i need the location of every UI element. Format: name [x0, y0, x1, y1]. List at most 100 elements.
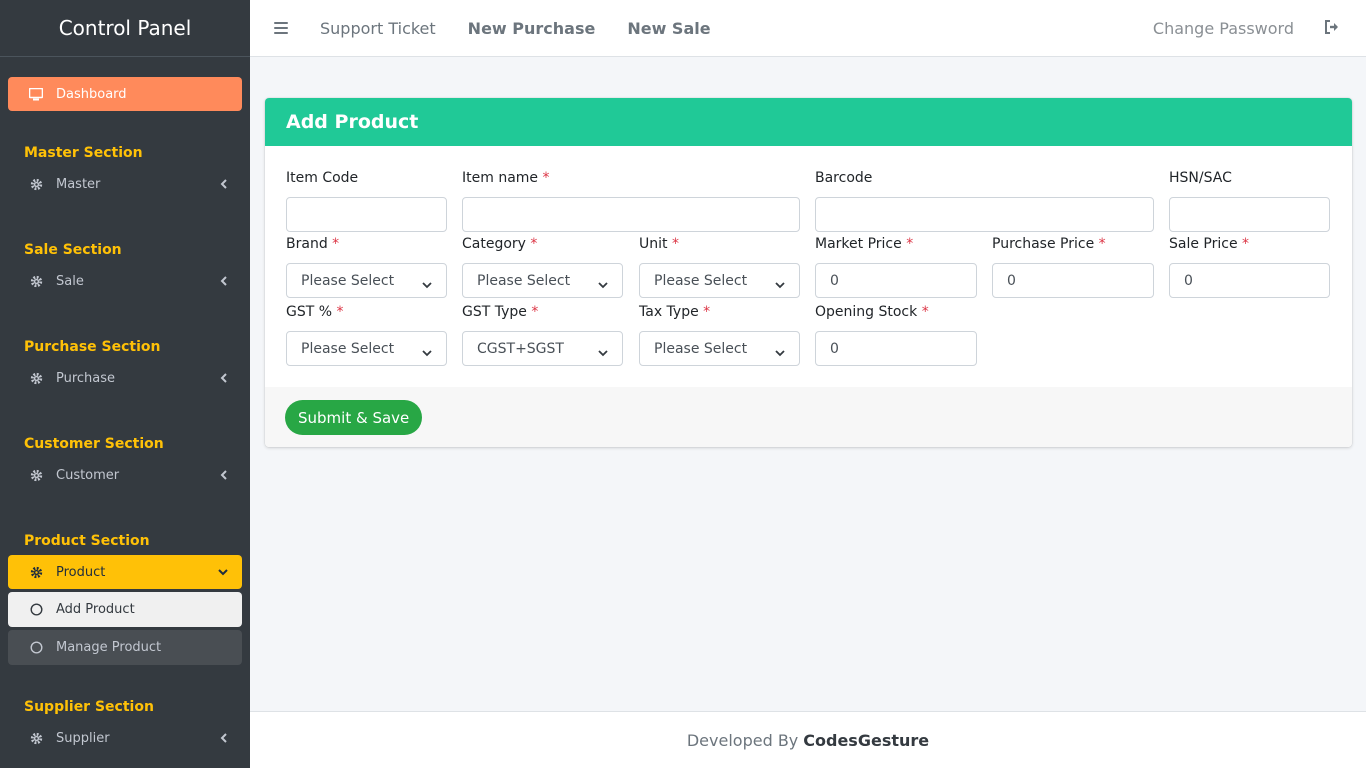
market-price-field: Market Price * 0 [815, 234, 977, 298]
card-footer: Submit & Save [265, 387, 1352, 447]
market-price-value: 0 [830, 272, 839, 289]
required-mark: * [703, 304, 711, 320]
sidebar-item-dashboard[interactable]: Dashboard [8, 77, 242, 111]
required-mark: * [332, 236, 340, 252]
sidebar-item-customer[interactable]: Customer [8, 458, 242, 492]
circle-icon [28, 640, 44, 656]
tax-type-label: Tax Type [639, 304, 699, 320]
nav-link-change-password[interactable]: Change Password [1153, 19, 1294, 38]
submit-save-button[interactable]: Submit & Save [285, 400, 423, 435]
unit-select[interactable]: Please Select [639, 263, 800, 298]
nav-link-new-purchase[interactable]: New Purchase [468, 19, 596, 38]
required-mark: * [671, 236, 679, 252]
sidebar: Control Panel Dashboard Master Section M… [0, 0, 250, 768]
purchase-price-label: Purchase Price [992, 236, 1095, 252]
sidebar-item-supplier[interactable]: Supplier [8, 721, 242, 755]
barcode-label: Barcode [815, 170, 873, 186]
required-mark: * [336, 304, 344, 320]
gst-field: GST % * Please Select [286, 302, 447, 366]
category-select[interactable]: Please Select [462, 263, 623, 298]
sidebar-item-product[interactable]: Product [8, 555, 242, 589]
sidebar-item-label: Master [56, 176, 101, 192]
section-title-sale: Sale Section [24, 242, 122, 258]
brand-title[interactable]: Control Panel [0, 0, 250, 57]
top-navbar: Support Ticket New Purchase New Sale Cha… [250, 0, 1366, 57]
page-footer: Developed By CodesGesture [250, 711, 1366, 768]
section-title-purchase: Purchase Section [24, 339, 161, 355]
gst-select[interactable]: Please Select [286, 331, 447, 366]
category-select-value: Please Select [477, 272, 571, 289]
required-mark: * [531, 304, 539, 320]
hsn-input[interactable] [1169, 197, 1330, 232]
section-title-supplier: Supplier Section [24, 699, 154, 715]
tax-type-select[interactable]: Please Select [639, 331, 800, 366]
opening-stock-input[interactable]: 0 [815, 331, 977, 366]
market-price-label: Market Price [815, 236, 902, 252]
chevron-down-icon [775, 277, 785, 289]
sidebar-item-label: Sale [56, 273, 84, 289]
tax-type-field: Tax Type * Please Select [639, 302, 800, 366]
monitor-icon [28, 86, 44, 102]
chevron-left-icon [218, 373, 228, 383]
chevron-down-icon [598, 277, 608, 289]
footer-developer-name: CodesGesture [803, 730, 930, 750]
sidebar-item-label: Customer [56, 467, 120, 483]
gear-icon [28, 176, 44, 192]
sidebar-item-label: Supplier [56, 730, 110, 746]
nav-link-new-sale[interactable]: New Sale [627, 19, 710, 38]
card-title: Add Product [265, 98, 1352, 146]
hsn-field: HSN/SAC [1169, 168, 1330, 232]
brand-field: Brand * Please Select [286, 234, 447, 298]
opening-stock-label: Opening Stock [815, 304, 918, 320]
sidebar-item-master[interactable]: Master [8, 167, 242, 201]
required-mark: * [1098, 236, 1106, 252]
logout-icon[interactable] [1324, 19, 1342, 37]
item-name-input[interactable] [462, 197, 800, 232]
sale-price-field: Sale Price * 0 [1169, 234, 1330, 298]
gst-type-select[interactable]: CGST+SGST [462, 331, 623, 366]
chevron-left-icon [218, 733, 228, 743]
sidebar-item-sale[interactable]: Sale [8, 264, 242, 298]
brand-select[interactable]: Please Select [286, 263, 447, 298]
purchase-price-value: 0 [1007, 272, 1016, 289]
market-price-input[interactable]: 0 [815, 263, 977, 298]
gst-type-select-value: CGST+SGST [477, 340, 564, 357]
sale-price-input[interactable]: 0 [1169, 263, 1330, 298]
chevron-left-icon [218, 276, 228, 286]
sidebar-item-label: Dashboard [56, 86, 127, 102]
barcode-field: Barcode [815, 168, 1154, 232]
hamburger-menu-icon[interactable] [274, 22, 288, 34]
nav-link-support-ticket[interactable]: Support Ticket [320, 19, 436, 38]
item-name-label: Item name [462, 170, 539, 186]
purchase-price-input[interactable]: 0 [992, 263, 1154, 298]
section-title-customer: Customer Section [24, 436, 164, 452]
gear-icon [28, 273, 44, 289]
sidebar-item-label: Add Product [56, 602, 135, 617]
gst-label: GST % [286, 304, 333, 320]
footer-prefix: Developed By [686, 730, 799, 750]
gear-icon [28, 564, 44, 580]
required-mark: * [1242, 236, 1250, 252]
gear-icon [28, 730, 44, 746]
required-mark: * [530, 236, 538, 252]
required-mark: * [542, 170, 550, 186]
chevron-left-icon [218, 470, 228, 480]
barcode-input[interactable] [815, 197, 1154, 232]
brand-label: Brand [286, 236, 328, 252]
opening-stock-field: Opening Stock * 0 [815, 302, 977, 366]
sidebar-subitem-add-product[interactable]: Add Product [8, 592, 242, 627]
chevron-left-icon [218, 179, 228, 189]
brand-select-value: Please Select [301, 272, 395, 289]
sidebar-nav: Dashboard Master Section Master Sale Sec… [0, 57, 250, 755]
sidebar-subitem-manage-product[interactable]: Manage Product [8, 630, 242, 665]
item-code-label: Item Code [286, 170, 359, 186]
opening-stock-value: 0 [830, 340, 839, 357]
sidebar-item-label: Product [56, 564, 106, 580]
sidebar-item-purchase[interactable]: Purchase [8, 361, 242, 395]
hsn-label: HSN/SAC [1169, 170, 1232, 186]
item-code-input[interactable] [286, 197, 447, 232]
circle-icon [28, 602, 44, 618]
unit-field: Unit * Please Select [639, 234, 800, 298]
gst-select-value: Please Select [301, 340, 395, 357]
required-mark: * [906, 236, 914, 252]
